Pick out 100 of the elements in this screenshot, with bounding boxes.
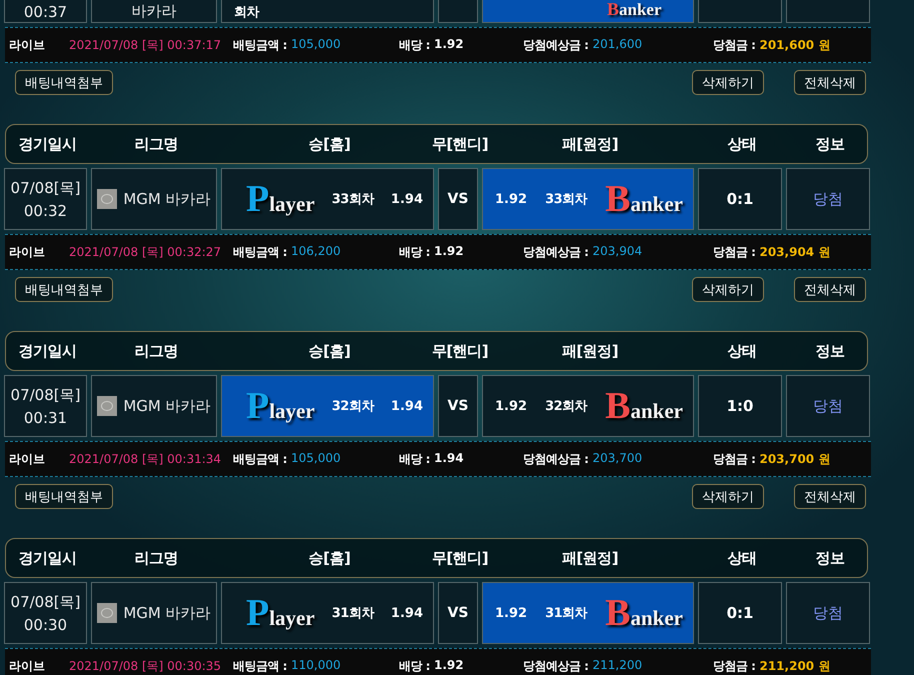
- score-text: 0:1: [726, 190, 754, 208]
- action-button[interactable]: 전체삭제: [794, 70, 866, 95]
- player-bet-cell[interactable]: 회차: [221, 0, 434, 23]
- round-label: 31회차: [332, 605, 374, 622]
- field-value: 203,904: [592, 244, 642, 260]
- banker-bet-cell[interactable]: 1.92 32회차 Banker: [482, 375, 694, 437]
- odds-value: 1.92: [495, 192, 528, 206]
- game-date: 07/08[목]: [10, 592, 80, 612]
- action-button[interactable]: 삭제하기: [692, 277, 764, 302]
- game-time: 00:30: [24, 616, 68, 634]
- bet-type: 라이브: [9, 450, 46, 468]
- action-button[interactable]: 삭제하기: [692, 484, 764, 509]
- result-text: 당첨: [813, 604, 843, 622]
- column-header: 승[홈]: [308, 134, 350, 154]
- field-label: 당첨금 :: [713, 450, 756, 468]
- field-label: 배팅금액 :: [233, 658, 287, 674]
- column-header: 경기일시: [18, 342, 76, 360]
- league-icon: [97, 396, 118, 416]
- column-header: 정보: [816, 342, 844, 360]
- column-header: 상태: [728, 134, 756, 154]
- field-label: 당첨예상금 :: [523, 658, 588, 674]
- score-text: 1:0: [726, 397, 754, 415]
- action-button[interactable]: 전체삭제: [794, 277, 866, 302]
- league-name: MGM 바카라: [123, 190, 211, 208]
- field-label: 당첨예상금 :: [523, 450, 588, 468]
- round-label: 31회차: [545, 605, 588, 622]
- bet-time: 2021/07/08 [목] 00:30:35: [69, 658, 222, 674]
- column-header: 상태: [728, 342, 756, 360]
- field-value: 201,600: [592, 36, 642, 52]
- action-button[interactable]: 삭제하기: [692, 70, 764, 95]
- field-value: 1.92: [434, 658, 464, 674]
- league-name: MGM 바카라: [123, 396, 211, 416]
- game-time: 00:37: [24, 3, 68, 21]
- player-bet-cell[interactable]: Player 32회차 1.94: [221, 375, 434, 437]
- field-value: 203,700: [592, 450, 642, 466]
- odds-value: 1.94: [390, 192, 423, 206]
- vs-cell: [438, 0, 478, 23]
- field-label: 당첨금 :: [713, 244, 756, 260]
- field-label: 배당 :: [399, 450, 430, 468]
- bet-time: 2021/07/08 [목] 00:31:34: [69, 450, 222, 468]
- score-text: 0:1: [726, 604, 754, 622]
- round-label: 33회차: [332, 191, 374, 208]
- column-header: 승[홈]: [308, 342, 350, 360]
- league-icon: [97, 603, 118, 623]
- player-bet-cell[interactable]: Player 33회차 1.94: [221, 168, 434, 230]
- field-value: 1.92: [434, 36, 464, 52]
- result-text: 당첨: [813, 396, 843, 416]
- column-header: 무[핸디]: [432, 134, 488, 154]
- player-logo: Player: [246, 180, 315, 218]
- banker-logo: Banker: [607, 0, 662, 18]
- player-bet-cell[interactable]: Player 31회차 1.94: [221, 582, 434, 644]
- field-label: 당첨예상금 :: [523, 36, 588, 54]
- field-value: 203,700 원: [759, 450, 830, 468]
- column-header: 무[핸디]: [432, 548, 488, 568]
- bet-type: 라이브: [9, 244, 46, 260]
- bet-type: 라이브: [9, 36, 46, 54]
- column-header: 패[원정]: [562, 548, 618, 568]
- field-value: 201,600 원: [759, 36, 830, 54]
- banker-bet-cell[interactable]: 1.92 33회차 Banker: [482, 168, 694, 230]
- field-label: 배팅금액 :: [233, 244, 287, 260]
- game-time: 00:32: [24, 202, 68, 220]
- player-logo: Player: [246, 594, 315, 632]
- field-value: 1.94: [434, 450, 464, 466]
- action-button[interactable]: 배팅내역첨부: [15, 277, 113, 302]
- column-header: 리그명: [134, 134, 178, 154]
- action-button[interactable]: 배팅내역첨부: [15, 484, 113, 509]
- odds-value: 1.92: [495, 606, 528, 620]
- column-header: 리그명: [134, 342, 178, 360]
- field-label: 배당 :: [399, 658, 430, 674]
- field-label: 배팅금액 :: [233, 450, 287, 468]
- round-label: 회차: [234, 4, 259, 21]
- banker-logo: Banker: [605, 594, 683, 632]
- field-value: 1.92: [434, 244, 464, 260]
- round-label: 32회차: [332, 398, 374, 415]
- column-header: 무[핸디]: [432, 342, 488, 360]
- league-icon: [97, 189, 118, 209]
- field-value: 105,000: [290, 36, 341, 52]
- banker-bet-cell[interactable]: 1.92 31회차 Banker: [482, 582, 694, 644]
- field-value: 105,000: [290, 450, 341, 466]
- banker-bet-cell[interactable]: Banker: [482, 0, 694, 23]
- column-header: 리그명: [134, 548, 178, 568]
- bet-type: 라이브: [9, 658, 46, 674]
- column-header: 경기일시: [18, 548, 76, 568]
- banker-logo: Banker: [605, 387, 683, 425]
- banker-logo: Banker: [605, 180, 683, 218]
- vs-label: VS: [448, 191, 468, 207]
- league-name: 바카라: [132, 2, 176, 21]
- column-header: 경기일시: [18, 134, 76, 154]
- bet-time: 2021/07/08 [목] 00:32:27: [69, 244, 222, 260]
- field-value: 203,904 원: [759, 244, 830, 260]
- column-header: 상태: [728, 548, 756, 568]
- bet-time: 2021/07/08 [목] 00:37:17: [69, 36, 222, 54]
- field-label: 배당 :: [399, 36, 430, 54]
- action-button[interactable]: 전체삭제: [794, 484, 866, 509]
- odds-value: 1.94: [390, 606, 423, 620]
- column-header: 승[홈]: [308, 548, 350, 568]
- field-label: 당첨예상금 :: [523, 244, 588, 260]
- action-button[interactable]: 배팅내역첨부: [15, 70, 113, 95]
- field-value: 106,200: [290, 244, 341, 260]
- result-text: 당첨: [813, 190, 843, 208]
